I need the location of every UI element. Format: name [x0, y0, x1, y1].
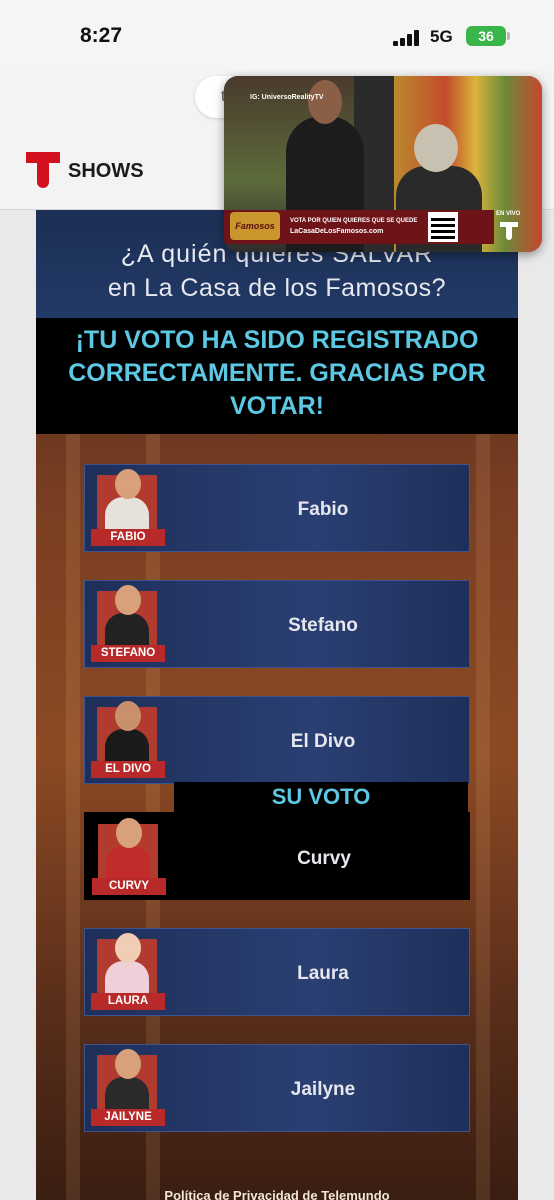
- network-type: 5G: [430, 27, 453, 46]
- status-time: 8:27: [80, 24, 123, 47]
- pip-banner-line1: VOTA POR QUIEN QUIERES QUE SE QUEDE: [290, 218, 418, 224]
- contestant-tag: FABIO: [91, 529, 165, 546]
- pip-ig-handle: IG: UniversoRealityTV: [250, 94, 324, 101]
- contestant-name: El Divo: [290, 731, 356, 752]
- contestant-name: Stefano: [288, 615, 358, 636]
- status-bar: 8:27 5G 36: [0, 0, 554, 70]
- contestant-name: Fabio: [297, 499, 349, 520]
- contestant-tag: LAURA: [91, 993, 165, 1010]
- pip-video-player[interactable]: IG: UniversoRealityTV Famosos VOTA POR Q…: [224, 76, 542, 252]
- telemundo-logo-icon: [500, 222, 518, 240]
- contestant-card-curvy-selected[interactable]: CURVY Curvy: [84, 812, 470, 900]
- show-logo: Famosos: [230, 212, 280, 240]
- battery-icon: 36: [466, 26, 510, 46]
- contestant-tag: EL DIVO: [91, 761, 165, 778]
- contestant-name: Curvy: [297, 848, 351, 869]
- contestant-name: Jailyne: [290, 1079, 356, 1100]
- contestant-tag: CURVY: [92, 878, 166, 895]
- contestant-name: Laura: [297, 963, 349, 984]
- live-label: EN VIVO: [496, 211, 521, 217]
- contestant-card-laura[interactable]: LAURA Laura: [84, 928, 470, 1016]
- voting-panel: ¿A quién quieres SALVAR en La Casa de lo…: [36, 210, 518, 1200]
- contestant-card-jailyne[interactable]: JAILYNE Jailyne: [84, 1044, 470, 1132]
- vote-confirmation-message: ¡TU VOTO HA SIDO REGISTRADO CORRECTAMENT…: [68, 326, 486, 420]
- your-vote-label: SU VOTO: [174, 782, 468, 812]
- shows-nav-link[interactable]: SHOWS: [68, 160, 144, 183]
- contestant-card-stefano[interactable]: STEFANO Stefano: [84, 580, 470, 668]
- contestant-tag: JAILYNE: [91, 1109, 165, 1126]
- pip-banner-line2: LaCasaDeLosFamosos.com: [290, 228, 384, 235]
- contestant-tag: STEFANO: [91, 645, 165, 662]
- privacy-policy-link[interactable]: Política de Privacidad de Telemundo: [36, 1188, 518, 1200]
- poll-title-line2: en La Casa de los Famosos?: [107, 274, 447, 302]
- contestant-card-fabio[interactable]: FABIO Fabio: [84, 464, 470, 552]
- telemundo-logo-icon[interactable]: [26, 152, 60, 188]
- signal-icon: [393, 30, 419, 46]
- qr-code-icon: [428, 212, 458, 242]
- contestant-card-el-divo[interactable]: EL DIVO El Divo: [84, 696, 470, 784]
